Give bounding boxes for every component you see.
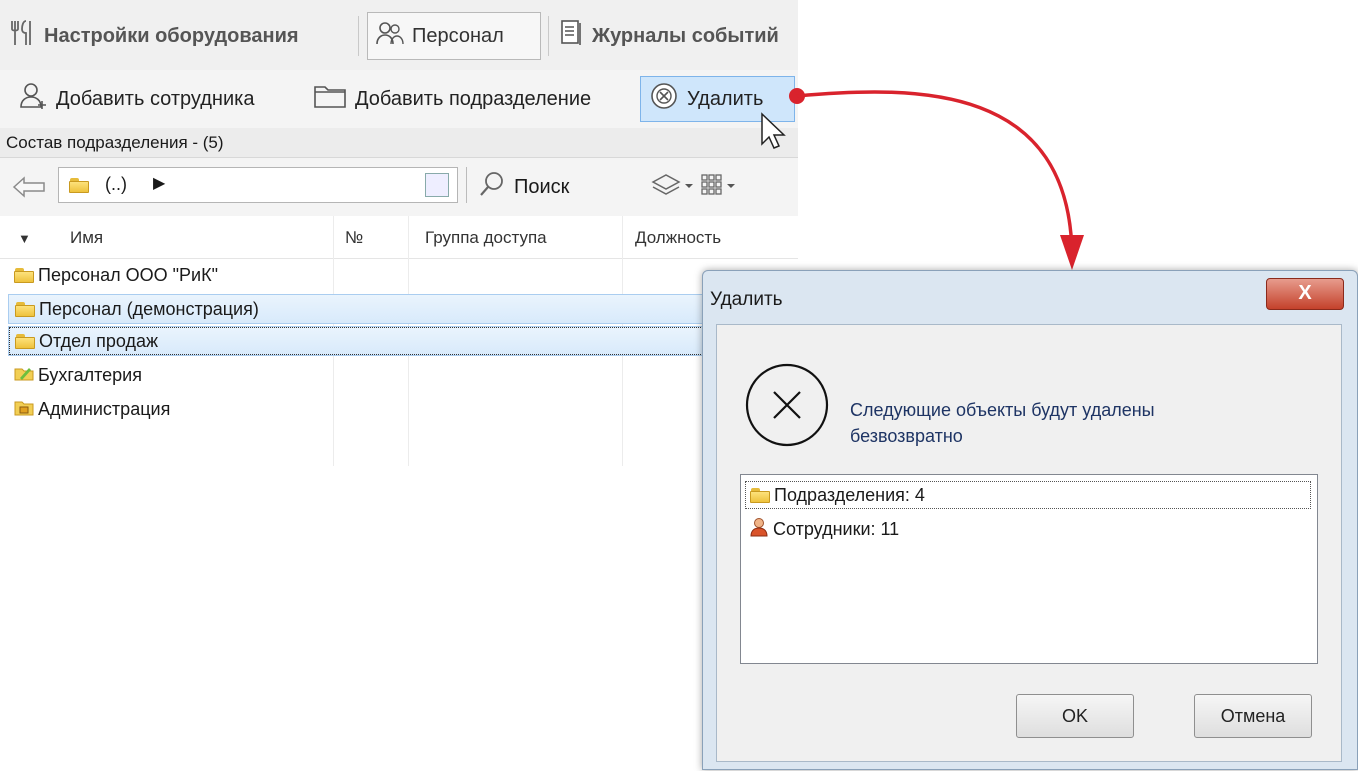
tab-label: Настройки оборудования [44,24,299,47]
tab-label: Журналы событий [592,24,779,47]
annotation-arrow [789,88,1084,270]
path-text: (..) [105,174,127,194]
main-toolbar: Добавить сотрудника Добавить подразделен… [0,70,798,129]
folder-green-icon [14,365,34,386]
search-button[interactable]: Поиск [478,170,569,204]
list-item-label: Сотрудники: 11 [773,518,900,539]
dialog-message-line1: Следующие объекты будут удалены [850,400,1155,420]
row-name: Персонал ООО "РиК" [38,264,218,285]
table-row[interactable]: Администрация [8,394,798,424]
folder-icon [15,333,35,349]
close-button[interactable]: X [1266,278,1344,310]
button-label: Добавить подразделение [355,87,592,110]
objects-list[interactable]: Подразделения: 4 Сотрудники: 11 [740,474,1318,664]
add-person-icon [18,81,48,117]
tab-bar: Настройки оборудования Персонал Журналы … [0,0,798,71]
tools-icon [10,19,36,53]
path-field[interactable]: (..) ▶ [58,167,458,203]
column-header-position[interactable]: Должность [635,228,721,248]
tab-divider [358,16,359,56]
add-department-button[interactable]: Добавить подразделение [305,76,635,122]
column-header-number[interactable]: № [345,228,363,248]
folder-icon [750,487,770,503]
button-label: Добавить сотрудника [56,87,255,110]
user-icon [749,517,769,542]
folder-outline-icon [313,83,347,115]
button-label: Удалить [687,87,764,110]
table-row[interactable]: Персонал ООО "РиК" [8,260,798,290]
personnel-panel: Настройки оборудования Персонал Журналы … [0,0,798,470]
tab-event-journals[interactable]: Журналы событий [552,12,798,60]
folder-icon [14,267,34,283]
table-row[interactable]: Отдел продаж [8,326,798,356]
list-item-label: Подразделения: 4 [774,484,925,505]
tab-personnel[interactable]: Персонал [367,12,541,60]
search-icon [478,170,506,204]
column-header-name[interactable]: Имя [70,228,103,248]
list-item[interactable]: Сотрудники: 11 [745,515,899,543]
delete-circle-icon [649,81,679,117]
grid-view-dropdown-icon[interactable] [700,172,760,205]
layers-dropdown-icon[interactable] [650,172,696,205]
back-arrow-icon[interactable] [12,176,46,203]
cancel-button[interactable]: Отмена [1194,694,1312,738]
column-header-access-group[interactable]: Группа доступа [425,228,547,248]
row-name: Персонал (демонстрация) [39,298,259,319]
column-header-row: ▼ Имя № Группа доступа Должность [0,216,798,259]
dialog-title: Удалить [710,289,783,310]
table-row[interactable]: Бухгалтерия [8,360,798,390]
row-name: Бухгалтерия [38,364,142,385]
error-circle-icon [742,360,832,455]
list-item[interactable]: Подразделения: 4 [745,481,1311,509]
address-bar: (..) ▶ Поиск [0,158,798,217]
people-icon [376,20,404,52]
tab-equipment-settings[interactable]: Настройки оборудования [2,12,350,60]
journal-icon [560,19,584,53]
folder-lock-icon [14,398,34,421]
status-text: Состав подразделения - (5) [0,128,798,158]
folder-icon [15,301,35,317]
search-label: Поиск [514,175,570,198]
path-expand-icon[interactable]: ▶ [153,173,165,193]
dialog-message-line2: безвозвратно [850,426,963,446]
add-employee-button[interactable]: Добавить сотрудника [10,76,300,122]
tab-divider [548,16,549,56]
row-name: Отдел продаж [39,330,158,351]
table-row[interactable]: Персонал (демонстрация) [8,294,798,324]
sort-down-icon[interactable]: ▼ [18,231,31,246]
divider [466,167,467,203]
dialog-title-bar: Удалить [708,275,1348,321]
tree-view-icon[interactable] [425,173,449,197]
row-name: Администрация [38,398,171,419]
ok-button[interactable]: OK [1016,694,1134,738]
tab-label: Персонал [412,24,504,47]
